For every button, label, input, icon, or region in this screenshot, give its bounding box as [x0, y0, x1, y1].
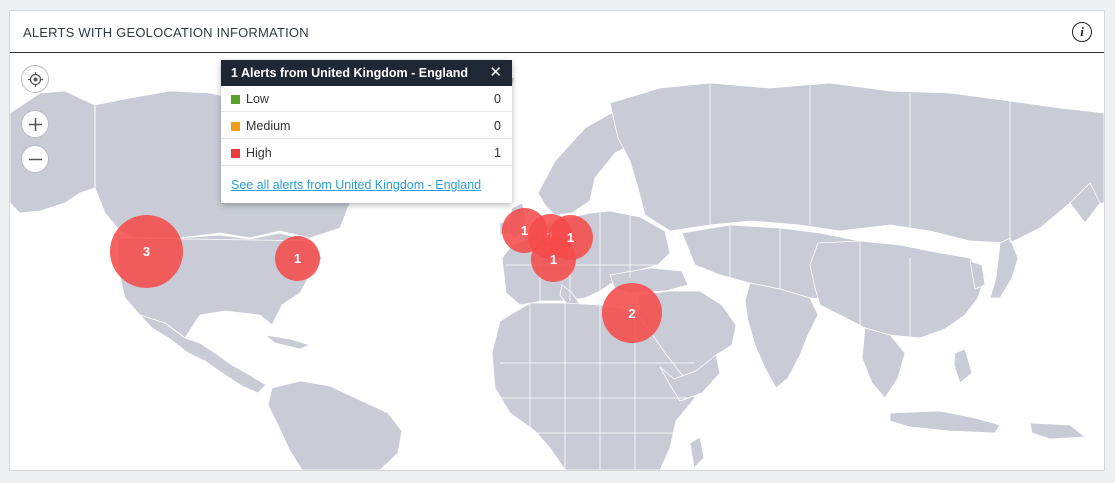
severity-label: Medium — [246, 119, 291, 133]
alert-cluster[interactable]: 3 — [110, 215, 183, 288]
medium-severity-square-icon — [231, 122, 240, 131]
land-madagascar — [689, 436, 705, 469]
severity-row-high: High 1 — [221, 140, 512, 166]
alert-popup: 1 Alerts from United Kingdom - England ✕… — [221, 60, 512, 203]
panel-header: ALERTS WITH GEOLOCATION INFORMATION i — [10, 11, 1104, 53]
severity-row-low: Low 0 — [221, 86, 512, 112]
land-japan — [989, 237, 1019, 299]
land-mexico — [139, 314, 267, 394]
land-indonesia — [889, 410, 1001, 434]
alert-cluster[interactable]: 2 — [602, 283, 662, 343]
low-severity-square-icon — [231, 95, 240, 104]
info-icon[interactable]: i — [1072, 22, 1092, 42]
land-south-america — [267, 380, 403, 470]
crosshair-icon — [28, 72, 43, 87]
close-icon[interactable]: ✕ — [489, 65, 502, 80]
land-philippines — [953, 348, 973, 384]
severity-count: 0 — [494, 92, 501, 106]
see-all-alerts-link[interactable]: See all alerts from United Kingdom - Eng… — [231, 178, 481, 192]
land-russia — [609, 82, 1104, 244]
popup-title: 1 Alerts from United Kingdom - England — [231, 66, 469, 80]
minus-icon — [29, 158, 42, 161]
land-new-guinea — [1029, 422, 1086, 440]
severity-label: High — [246, 146, 272, 160]
high-severity-square-icon — [231, 149, 240, 158]
zoom-in-button[interactable] — [21, 110, 49, 138]
land-india — [744, 282, 819, 389]
severity-count: 0 — [494, 119, 501, 133]
plus-icon — [29, 118, 42, 131]
locate-button[interactable] — [21, 65, 49, 93]
severity-label: Low — [246, 92, 269, 106]
alert-cluster[interactable]: 1 — [275, 236, 320, 281]
alert-cluster[interactable]: 1 — [531, 237, 576, 282]
panel-title: ALERTS WITH GEOLOCATION INFORMATION — [23, 25, 309, 40]
zoom-out-button[interactable] — [21, 145, 49, 173]
popup-header: 1 Alerts from United Kingdom - England ✕ — [221, 60, 512, 86]
severity-count: 1 — [494, 146, 501, 160]
land-se-asia — [861, 327, 906, 399]
severity-row-medium: Medium 0 — [221, 113, 512, 139]
land-china — [809, 240, 986, 339]
land-cuba — [264, 334, 311, 350]
